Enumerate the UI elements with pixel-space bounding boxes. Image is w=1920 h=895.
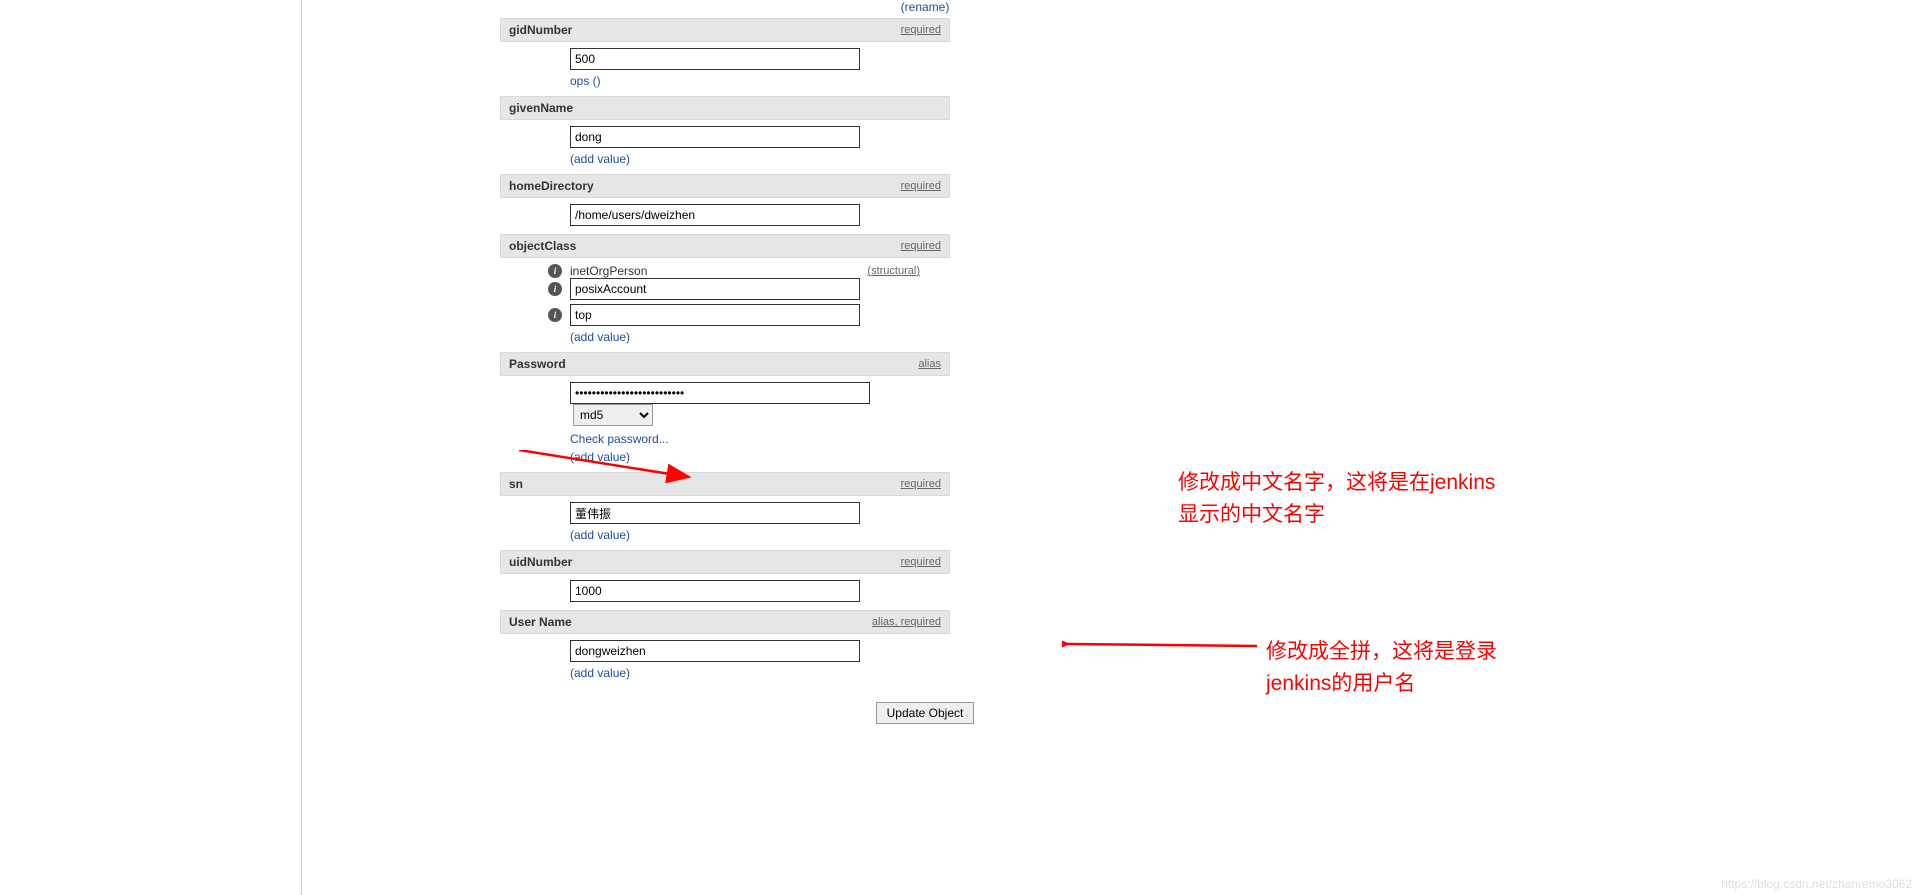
objectclass-row-1: i inetOrgPerson (structural) (570, 264, 920, 278)
section-body-givenname: (add value) (500, 120, 950, 174)
section-header-username: User Name alias, required (500, 610, 950, 634)
username-input[interactable] (570, 640, 860, 662)
label-password: Password (509, 357, 566, 371)
add-value-link[interactable]: add value (574, 528, 626, 542)
left-panel (0, 0, 302, 895)
label-username: User Name (509, 615, 572, 629)
uidnumber-input[interactable] (570, 580, 860, 602)
objectclass-input-2[interactable] (570, 278, 860, 300)
rename-link[interactable]: (rename) (901, 0, 950, 14)
objectclass-row-2: i (570, 278, 950, 300)
objectclass-input-3[interactable] (570, 304, 860, 326)
required-tag[interactable]: required (901, 556, 941, 568)
add-value-link[interactable]: add value (574, 152, 626, 166)
section-header-givenname: givenName (500, 96, 950, 120)
section-body-homedir (500, 198, 950, 234)
info-icon[interactable]: i (548, 282, 562, 296)
info-icon[interactable]: i (548, 264, 562, 278)
alias-tag[interactable]: alias (872, 616, 895, 628)
watermark: https://blog.csdn.net/zhanremo3062 (1721, 877, 1912, 891)
label-uidnumber: uidNumber (509, 555, 572, 569)
alias-tag[interactable]: alias (918, 358, 941, 370)
section-header-uidnumber: uidNumber required (500, 550, 950, 574)
rename-link-row: (rename) (500, 0, 1350, 14)
add-value-link[interactable]: add value (574, 666, 626, 680)
section-body-sn: (add value) (500, 496, 950, 550)
gidnumber-input[interactable] (570, 48, 860, 70)
hash-select[interactable]: md5 (573, 404, 653, 426)
annotation-sn: 修改成中文名字，这将是在jenkins显示的中文名字 (1178, 467, 1508, 530)
label-gidnumber: gidNumber (509, 23, 572, 37)
required-tag[interactable]: required (901, 478, 941, 490)
section-body-username: (add value) (500, 634, 950, 688)
givenname-input[interactable] (570, 126, 860, 148)
required-tag[interactable]: required (901, 240, 941, 252)
sn-input[interactable] (570, 502, 860, 524)
main-content: (rename) gidNumber required ops () given… (302, 0, 1548, 895)
required-tag[interactable]: required (901, 616, 941, 628)
arrow-icon (1062, 636, 1262, 656)
meta-tags: alias, required (872, 616, 941, 628)
check-password-link[interactable]: Check password... (570, 432, 669, 446)
submit-area: Update Object (500, 702, 1350, 724)
structural-label: (structural) (867, 265, 920, 277)
section-body-uidnumber (500, 574, 950, 610)
arrow-icon (519, 450, 699, 485)
required-tag[interactable]: required (901, 180, 941, 192)
section-body-gidnumber: ops () (500, 42, 950, 96)
objectclass-row-3: i (570, 304, 950, 326)
label-objectclass: objectClass (509, 239, 576, 253)
section-header-homedir: homeDirectory required (500, 174, 950, 198)
annotation-username: 修改成全拼，这将是登录jenkins的用户名 (1266, 636, 1526, 699)
section-header-objectclass: objectClass required (500, 234, 950, 258)
update-object-button[interactable]: Update Object (876, 702, 975, 724)
ldap-form: (rename) gidNumber required ops () given… (500, 0, 1350, 724)
info-icon[interactable]: i (548, 308, 562, 322)
section-header-password: Password alias (500, 352, 950, 376)
section-body-objectclass: i inetOrgPerson (structural) i i (add va… (500, 258, 950, 352)
section-header-gidnumber: gidNumber required (500, 18, 950, 42)
label-givenname: givenName (509, 101, 573, 115)
label-homedir: homeDirectory (509, 179, 594, 193)
homedir-input[interactable] (570, 204, 860, 226)
password-input[interactable] (570, 382, 870, 404)
add-value-link[interactable]: add value (574, 330, 626, 344)
required-tag[interactable]: required (901, 24, 941, 36)
objectclass-static: inetOrgPerson (570, 264, 647, 278)
ops-link[interactable]: ops () (570, 74, 601, 88)
